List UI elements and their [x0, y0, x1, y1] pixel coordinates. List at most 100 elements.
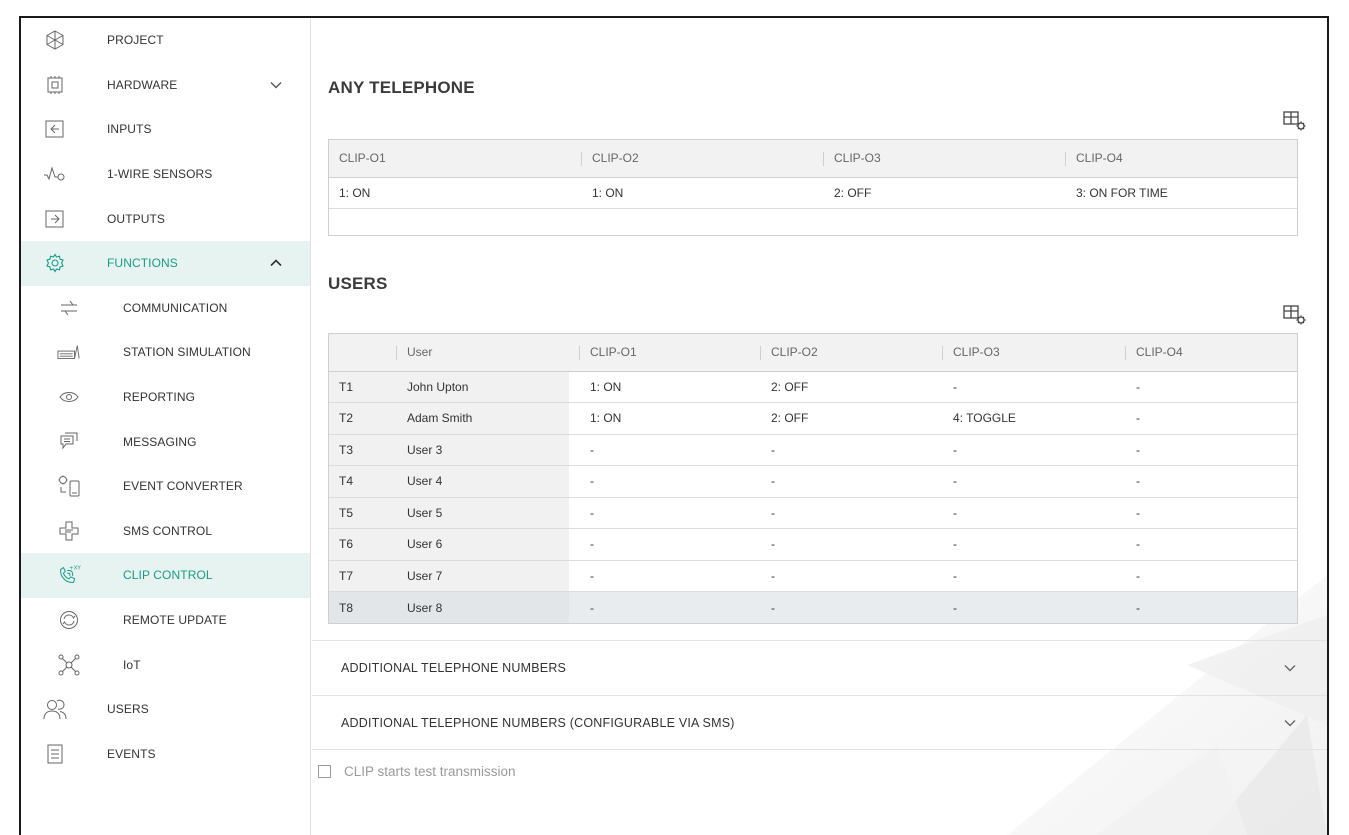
- table-cell[interactable]: -: [750, 560, 932, 592]
- sidebar-item-remote-update[interactable]: REMOTE UPDATE: [21, 598, 310, 643]
- sidebar-item-reporting[interactable]: REPORTING: [21, 375, 310, 420]
- table-cell[interactable]: 1: ON: [569, 402, 750, 435]
- sidebar-item-label: MESSAGING: [123, 434, 197, 449]
- user-name-cell[interactable]: User 4: [386, 465, 569, 498]
- table-cell[interactable]: -: [569, 560, 750, 592]
- table-cell[interactable]: 1: ON: [569, 371, 750, 403]
- sidebar-item-messaging[interactable]: MESSAGING: [21, 419, 310, 464]
- users-table: User CLIP-O1 CLIP-O2 CLIP-O3 CLIP-O4 T1 …: [328, 333, 1298, 624]
- communication-icon: [57, 296, 81, 320]
- column-header[interactable]: CLIP-O1: [329, 140, 571, 178]
- table-cell[interactable]: -: [932, 465, 1115, 498]
- table-settings-icon[interactable]: [1283, 304, 1307, 326]
- table-cell[interactable]: 1: ON: [571, 177, 813, 209]
- table-cell[interactable]: -: [750, 591, 932, 623]
- sidebar-item-project[interactable]: PROJECT: [21, 18, 310, 63]
- column-header[interactable]: CLIP-O3: [932, 334, 1115, 372]
- column-header[interactable]: CLIP-O4: [1115, 334, 1297, 372]
- refresh-icon: [57, 608, 81, 632]
- user-name-cell[interactable]: User 8: [386, 591, 569, 623]
- table-cell[interactable]: -: [750, 465, 932, 498]
- table-settings-icon[interactable]: [1283, 110, 1307, 132]
- table-cell[interactable]: 2: OFF: [813, 177, 1055, 209]
- sidebar-item-functions[interactable]: FUNCTIONS: [21, 240, 310, 286]
- column-header[interactable]: CLIP-O1: [569, 334, 750, 372]
- table-cell[interactable]: -: [1115, 402, 1297, 435]
- user-name-cell[interactable]: John Upton: [386, 371, 569, 403]
- table-cell[interactable]: -: [569, 528, 750, 561]
- sidebar-item-event-converter[interactable]: EVENT CONVERTER: [21, 464, 310, 509]
- chevron-up-icon[interactable]: [269, 256, 283, 270]
- column-header[interactable]: CLIP-O2: [750, 334, 932, 372]
- station-icon: [57, 340, 81, 364]
- clip-test-transmission-checkbox[interactable]: [318, 765, 331, 778]
- table-cell[interactable]: -: [1115, 528, 1297, 561]
- table-cell[interactable]: -: [750, 528, 932, 561]
- table-cell[interactable]: 4: TOGGLE: [932, 402, 1115, 435]
- sidebar-item-users[interactable]: USERS: [21, 687, 310, 732]
- sidebar-item-hardware[interactable]: HARDWARE: [21, 63, 310, 108]
- project-icon: [43, 28, 67, 52]
- table-cell[interactable]: -: [750, 434, 932, 466]
- chevron-down-icon[interactable]: [269, 78, 283, 92]
- accordion-additional-telephone-numbers-sms[interactable]: ADDITIONAL TELEPHONE NUMBERS (CONFIGURAB…: [312, 695, 1327, 749]
- user-name-cell[interactable]: Adam Smith: [386, 402, 569, 435]
- table-cell[interactable]: -: [932, 497, 1115, 529]
- column-header[interactable]: CLIP-O3: [813, 140, 1055, 178]
- sidebar-item-label: PROJECT: [107, 33, 164, 48]
- sidebar-item-sms-control[interactable]: SMS CONTROL: [21, 509, 310, 554]
- sidebar-item-label: EVENT CONVERTER: [123, 479, 243, 494]
- sidebar-item-outputs[interactable]: OUTPUTS: [21, 196, 310, 241]
- user-id-cell: T8: [329, 591, 386, 623]
- table-cell[interactable]: 2: OFF: [750, 402, 932, 435]
- table-cell[interactable]: -: [750, 497, 932, 529]
- sidebar-item-label: HARDWARE: [107, 77, 178, 92]
- sidebar-item-inputs[interactable]: INPUTS: [21, 107, 310, 152]
- table-row: T2 Adam Smith 1: ON 2: OFF 4: TOGGLE -: [329, 402, 1297, 435]
- table-cell[interactable]: -: [569, 591, 750, 623]
- user-name-cell[interactable]: User 5: [386, 497, 569, 529]
- sidebar-item-label: INPUTS: [107, 122, 152, 137]
- sidebar-item-station-simulation[interactable]: STATION SIMULATION: [21, 330, 310, 375]
- table-cell[interactable]: -: [1115, 465, 1297, 498]
- table-cell[interactable]: -: [569, 465, 750, 498]
- table-cell[interactable]: 2: OFF: [750, 371, 932, 403]
- sidebar-item-events[interactable]: EVENTS: [21, 732, 310, 777]
- table-cell[interactable]: -: [1115, 434, 1297, 466]
- user-id-cell: T1: [329, 371, 386, 403]
- column-header[interactable]: User: [386, 334, 569, 372]
- hardware-icon: [43, 73, 67, 97]
- sidebar-item-clip-control[interactable]: +XYZ CLIP CONTROL: [21, 553, 310, 598]
- table-cell[interactable]: -: [932, 560, 1115, 592]
- table-cell[interactable]: -: [932, 591, 1115, 623]
- column-header: [329, 334, 386, 372]
- user-name-cell[interactable]: User 3: [386, 434, 569, 466]
- sidebar-item-1-wire-sensors[interactable]: 1-WIRE SENSORS: [21, 152, 310, 197]
- clip-test-transmission-option[interactable]: CLIP starts test transmission: [318, 764, 516, 779]
- table-cell[interactable]: -: [569, 497, 750, 529]
- table-cell[interactable]: -: [1115, 497, 1297, 529]
- event-converter-icon: [57, 474, 81, 498]
- table-cell[interactable]: 3: ON FOR TIME: [1055, 177, 1297, 209]
- table-cell[interactable]: -: [932, 528, 1115, 561]
- user-name-cell[interactable]: User 6: [386, 528, 569, 561]
- any-telephone-title: ANY TELEPHONE: [328, 78, 475, 97]
- table-cell[interactable]: -: [932, 434, 1115, 466]
- table-cell[interactable]: -: [569, 434, 750, 466]
- table-cell[interactable]: -: [1115, 591, 1297, 623]
- table-cell[interactable]: -: [932, 371, 1115, 403]
- table-cell[interactable]: -: [1115, 371, 1297, 403]
- table-cell[interactable]: 1: ON: [329, 177, 571, 209]
- sidebar-item-iot[interactable]: IoT: [21, 642, 310, 687]
- table-row-selected: T8 User 8 - - - -: [329, 591, 1297, 623]
- gear-icon: [43, 251, 67, 275]
- sidebar-item-communication[interactable]: COMMUNICATION: [21, 286, 310, 331]
- column-header[interactable]: CLIP-O4: [1055, 140, 1297, 178]
- sidebar-item-label: 1-WIRE SENSORS: [107, 167, 213, 182]
- column-header[interactable]: CLIP-O2: [571, 140, 813, 178]
- table-cell[interactable]: -: [1115, 560, 1297, 592]
- sidebar-item-label: STATION SIMULATION: [123, 345, 251, 360]
- user-name-cell[interactable]: User 7: [386, 560, 569, 592]
- accordion-additional-telephone-numbers[interactable]: ADDITIONAL TELEPHONE NUMBERS: [312, 640, 1327, 694]
- sidebar-item-label: IoT: [123, 657, 141, 672]
